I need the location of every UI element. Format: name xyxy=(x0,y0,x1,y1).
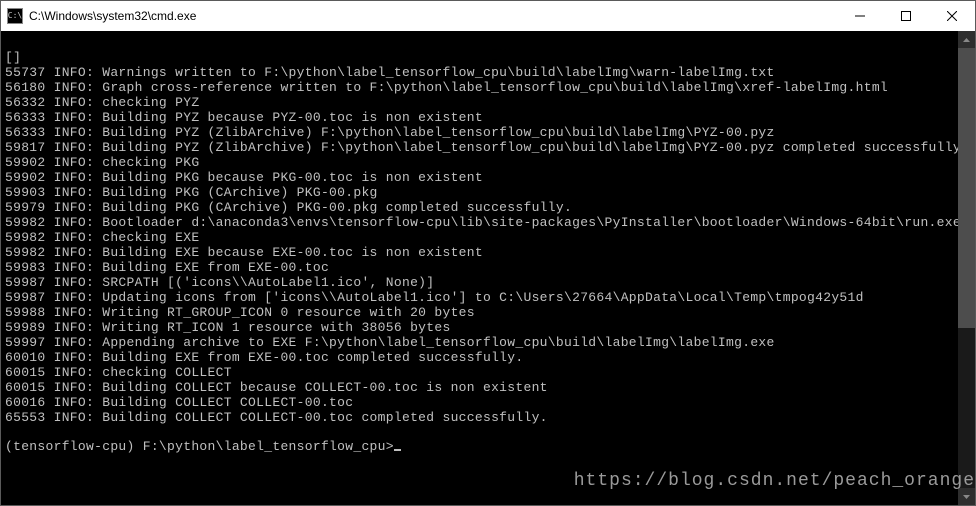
vertical-scrollbar[interactable] xyxy=(958,31,975,505)
window-title: C:\Windows\system32\cmd.exe xyxy=(29,9,837,23)
window-controls xyxy=(837,1,975,31)
output-line: 56333 INFO: Building PYZ because PYZ-00.… xyxy=(5,110,975,125)
output-line: 59982 INFO: Building EXE because EXE-00.… xyxy=(5,245,975,260)
output-line: 59982 INFO: Bootloader d:\anaconda3\envs… xyxy=(5,215,975,230)
cursor xyxy=(394,449,401,451)
output-line: 59982 INFO: checking EXE xyxy=(5,230,975,245)
scroll-up-button[interactable] xyxy=(958,31,975,48)
output-line: 60016 INFO: Building COLLECT COLLECT-00.… xyxy=(5,395,975,410)
scroll-down-button[interactable] xyxy=(958,488,975,505)
output-line: 59997 INFO: Appending archive to EXE F:\… xyxy=(5,335,975,350)
minimize-button[interactable] xyxy=(837,1,883,31)
terminal-output[interactable]: []55737 INFO: Warnings written to F:\pyt… xyxy=(1,31,975,473)
watermark-text: https://blog.csdn.net/peach_orange xyxy=(574,471,975,491)
maximize-button[interactable] xyxy=(883,1,929,31)
output-line: 60015 INFO: Building COLLECT because COL… xyxy=(5,380,975,395)
output-line: 59817 INFO: Building PYZ (ZlibArchive) F… xyxy=(5,140,975,155)
output-line: 56332 INFO: checking PYZ xyxy=(5,95,975,110)
output-line: 59903 INFO: Building PKG (CArchive) PKG-… xyxy=(5,185,975,200)
prompt-text: (tensorflow-cpu) F:\python\label_tensorf… xyxy=(5,439,394,454)
close-button[interactable] xyxy=(929,1,975,31)
output-line: 65553 INFO: Building COLLECT COLLECT-00.… xyxy=(5,410,975,425)
prompt-line: (tensorflow-cpu) F:\python\label_tensorf… xyxy=(5,439,975,454)
output-line: 60010 INFO: Building EXE from EXE-00.toc… xyxy=(5,350,975,365)
output-line: 55737 INFO: Warnings written to F:\pytho… xyxy=(5,65,975,80)
output-line: 59902 INFO: Building PKG because PKG-00.… xyxy=(5,170,975,185)
scroll-thumb[interactable] xyxy=(958,48,975,328)
output-line: 59988 INFO: Writing RT_GROUP_ICON 0 reso… xyxy=(5,305,975,320)
output-line: 56180 INFO: Graph cross-reference writte… xyxy=(5,80,975,95)
output-line: 59983 INFO: Building EXE from EXE-00.toc xyxy=(5,260,975,275)
output-line: 56333 INFO: Building PYZ (ZlibArchive) F… xyxy=(5,125,975,140)
output-line: [] xyxy=(5,50,975,65)
output-line: 59902 INFO: checking PKG xyxy=(5,155,975,170)
output-line: 59987 INFO: SRCPATH [('icons\\AutoLabel1… xyxy=(5,275,975,290)
output-line: 59979 INFO: Building PKG (CArchive) PKG-… xyxy=(5,200,975,215)
output-line: 59987 INFO: Updating icons from ['icons\… xyxy=(5,290,975,305)
cmd-icon: C:\ xyxy=(7,8,23,24)
output-line: 59989 INFO: Writing RT_ICON 1 resource w… xyxy=(5,320,975,335)
window-titlebar: C:\ C:\Windows\system32\cmd.exe xyxy=(1,1,975,31)
output-line: 60015 INFO: checking COLLECT xyxy=(5,365,975,380)
